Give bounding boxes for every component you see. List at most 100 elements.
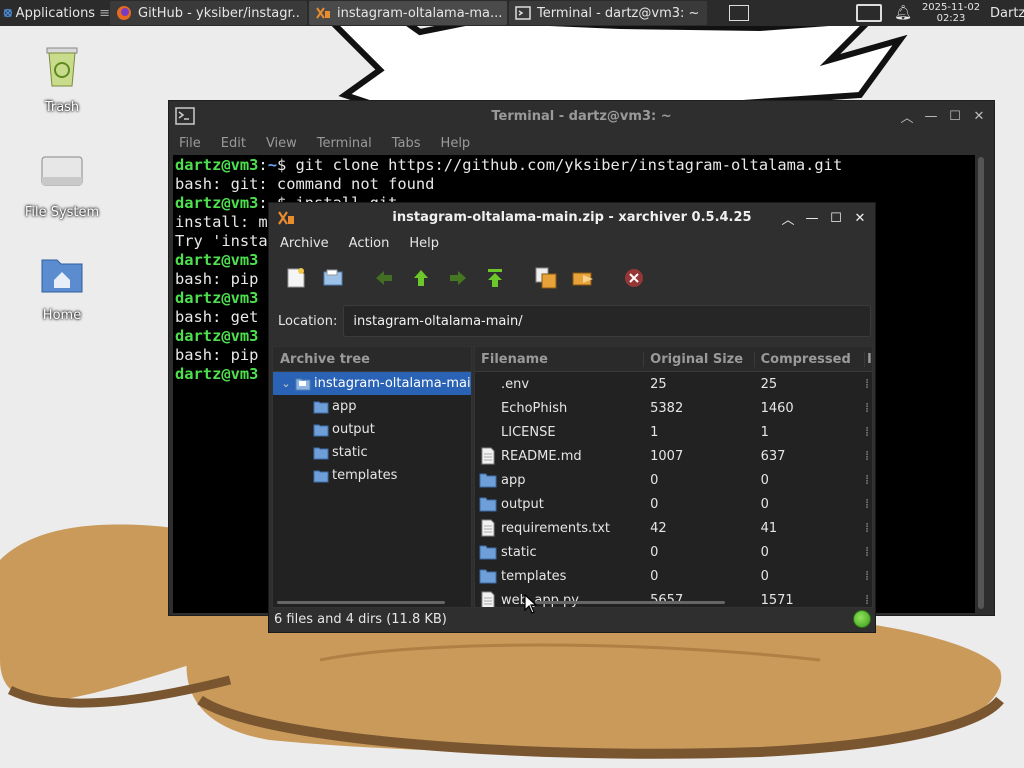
prompt-user: dartz@vm3 (175, 156, 259, 174)
folder-icon (479, 497, 497, 512)
menu-archive[interactable]: Archive (280, 236, 329, 251)
firefox-icon (117, 6, 131, 20)
applications-icon (3, 8, 12, 18)
file-original-size: 5382 (650, 400, 684, 416)
location-input[interactable]: instagram-oltalama-main/ (343, 305, 872, 337)
tree-item[interactable]: ⌄ instagram-oltalama-mai (273, 372, 471, 395)
shade-icon[interactable]: ︿ (900, 107, 914, 126)
forward-button[interactable] (445, 265, 471, 291)
file-original-size: 42 (650, 520, 667, 536)
back-button[interactable] (371, 265, 397, 291)
task-firefox[interactable]: GitHub - yksiber/instagr... (110, 1, 307, 25)
home-top-button[interactable] (482, 265, 508, 291)
text-file-icon (481, 519, 495, 537)
prompt-user: dartz@vm3 (175, 365, 259, 383)
desktop-icon-filesystem[interactable]: File System (17, 145, 107, 220)
desktop-icon-trash[interactable]: Trash (17, 40, 107, 115)
menu-action[interactable]: Action (349, 236, 390, 251)
task-label: instagram-oltalama-ma... (337, 5, 501, 21)
terminal-scrollbar[interactable] (978, 157, 984, 609)
tree-item[interactable]: app (273, 395, 471, 418)
file-original-size: 0 (650, 496, 659, 512)
file-row[interactable]: app 0 0 ⁞ (475, 468, 872, 492)
shade-icon[interactable]: ︿ (781, 209, 795, 228)
file-row[interactable]: output 0 0 ⁞ (475, 492, 872, 516)
menu-edit[interactable]: Edit (221, 136, 246, 151)
archive-tree-header[interactable]: Archive tree (273, 347, 471, 372)
menu-file[interactable]: File (179, 136, 201, 151)
cancel-button[interactable] (621, 265, 647, 291)
column-original-size[interactable]: Original Size (644, 351, 755, 367)
task-label: GitHub - yksiber/instagr... (138, 5, 301, 21)
menu-view[interactable]: View (266, 136, 297, 151)
xarchiver-window: instagram-oltalama-main.zip - xarchiver … (268, 202, 876, 633)
file-compressed-size: 0 (760, 544, 769, 560)
folder-icon (479, 569, 497, 584)
output-text: Try 'insta (175, 232, 268, 250)
notifications-button[interactable]: 🔔︎ (890, 0, 916, 26)
terminal-titlebar[interactable]: Terminal - dartz@vm3: ~ ︿ — ☐ ✕ (169, 101, 994, 131)
menu-help[interactable]: Help (441, 136, 471, 151)
file-name: templates (501, 568, 567, 584)
home-top-icon (488, 269, 502, 287)
trash-icon (46, 47, 78, 87)
file-original-size: 0 (650, 472, 659, 488)
close-icon[interactable]: ✕ (853, 211, 867, 226)
file-row[interactable]: static 0 0 ⁞ (475, 540, 872, 564)
file-row[interactable]: LICENSE 1 1 ⁞ (475, 420, 872, 444)
file-more-col: ⁞ (865, 472, 870, 488)
new-archive-button[interactable] (283, 265, 309, 291)
file-hscrollbar[interactable] (535, 601, 725, 604)
prompt-user: dartz@vm3 (175, 289, 259, 307)
close-icon[interactable]: ✕ (972, 109, 986, 124)
xarchiver-icon (316, 7, 330, 19)
folder-icon (479, 473, 497, 488)
up-button[interactable] (408, 265, 434, 291)
text-file-icon (481, 447, 495, 465)
minimize-icon[interactable]: — (924, 109, 938, 124)
bell-icon: 🔔︎ (894, 5, 912, 21)
file-name: EchoPhish (501, 400, 568, 416)
tree-item[interactable]: static (273, 441, 471, 464)
location-bar: Location: instagram-oltalama-main/ (269, 301, 875, 341)
clock[interactable]: 2025-11-02 02:23 (916, 0, 986, 26)
file-row[interactable]: .env 25 25 ⁞ (475, 372, 872, 396)
open-archive-button[interactable] (320, 265, 346, 291)
menu-terminal[interactable]: Terminal (317, 136, 372, 151)
applications-menu[interactable]: Applications ≡ (0, 0, 110, 26)
location-label: Location: (278, 313, 338, 329)
user-menu[interactable]: Dartz (986, 0, 1024, 26)
task-xarchiver[interactable]: instagram-oltalama-ma... (309, 1, 507, 25)
file-row[interactable]: README.md 1007 637 ⁞ (475, 444, 872, 468)
workspace-switcher[interactable] (729, 0, 769, 26)
window-list-button[interactable] (856, 0, 890, 26)
add-icon (572, 272, 593, 286)
desktop-icon-label: Trash (44, 100, 80, 115)
menu-help[interactable]: Help (409, 236, 439, 251)
xarchiver-titlebar[interactable]: instagram-oltalama-main.zip - xarchiver … (269, 203, 875, 231)
menu-tabs[interactable]: Tabs (392, 136, 421, 151)
file-more-col: ⁞ (865, 400, 870, 416)
file-original-size: 1 (650, 424, 659, 440)
tree-item[interactable]: output (273, 418, 471, 441)
file-compressed-size: 0 (760, 496, 769, 512)
file-name: README.md (501, 448, 582, 464)
file-row[interactable]: EchoPhish 5382 1460 ⁞ (475, 396, 872, 420)
task-terminal[interactable]: Terminal - dartz@vm3: ~ (509, 1, 707, 25)
minimize-icon[interactable]: — (805, 211, 819, 226)
file-row[interactable]: templates 0 0 ⁞ (475, 564, 872, 588)
add-button[interactable] (570, 265, 596, 291)
maximize-icon[interactable]: ☐ (829, 211, 843, 226)
chevron-down-icon[interactable]: ⌄ (277, 377, 295, 390)
tree-hscrollbar[interactable] (277, 601, 445, 604)
desktop-icon-home[interactable]: Home (17, 248, 107, 323)
maximize-icon[interactable]: ☐ (948, 109, 962, 124)
tree-item[interactable]: templates (273, 464, 471, 487)
task-label: Terminal - dartz@vm3: ~ (537, 5, 700, 21)
column-more[interactable]: I (865, 352, 872, 367)
column-filename[interactable]: Filename (475, 351, 645, 367)
column-compressed[interactable]: Compressed (755, 351, 866, 367)
file-compressed-size: 1460 (760, 400, 794, 416)
file-row[interactable]: requirements.txt 42 41 ⁞ (475, 516, 872, 540)
extract-button[interactable] (533, 265, 559, 291)
